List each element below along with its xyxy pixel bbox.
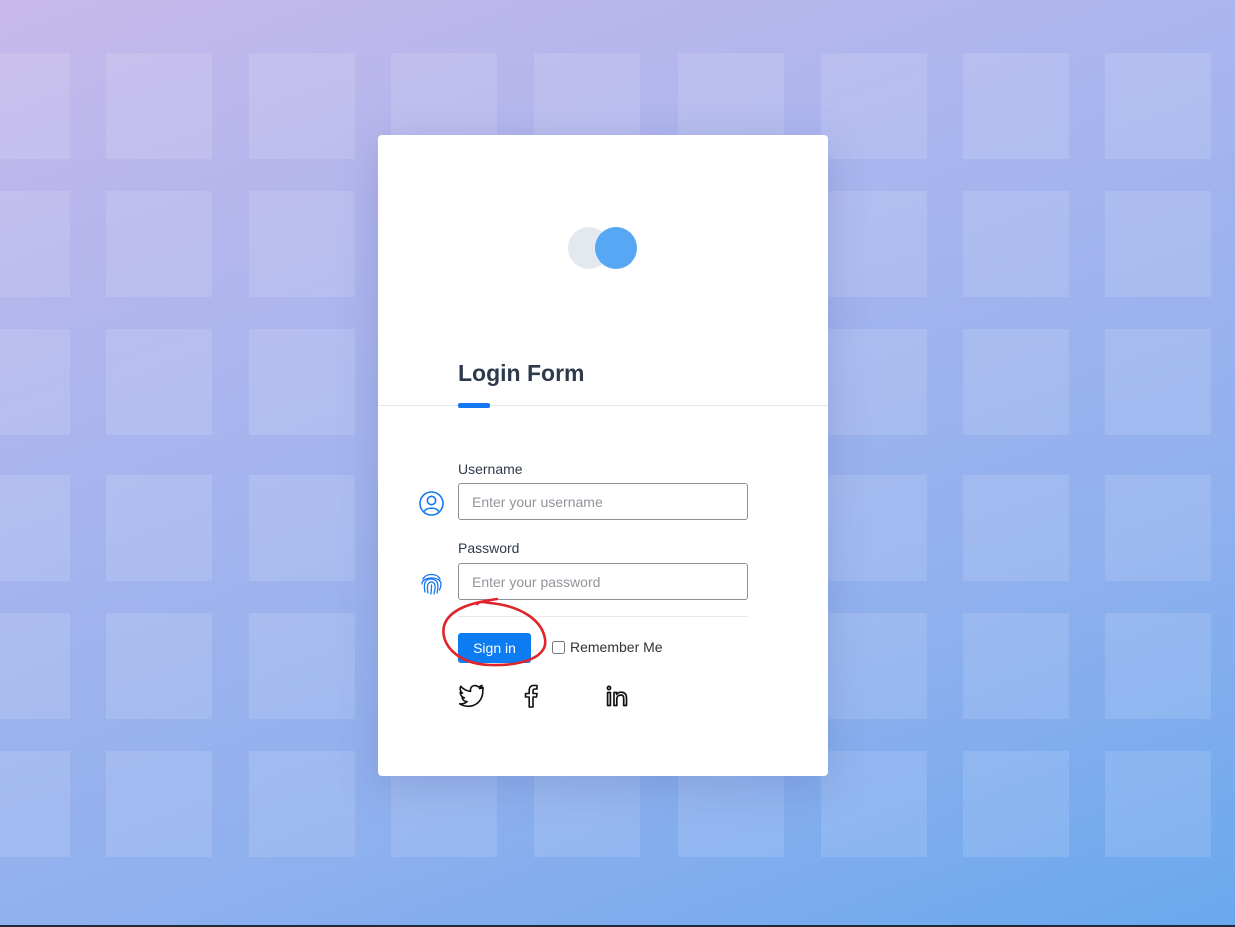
background-tile [0, 475, 70, 581]
username-label: Username [458, 461, 523, 477]
background-tile [963, 751, 1069, 857]
background-tile [1105, 613, 1211, 719]
background-tile [249, 613, 355, 719]
username-input[interactable] [458, 483, 748, 520]
background-tile [821, 475, 927, 581]
background-tile [963, 613, 1069, 719]
background-tile [106, 751, 212, 857]
background-tile [0, 53, 70, 159]
title-underline [458, 403, 490, 408]
background-tile [963, 329, 1069, 435]
background-tile [249, 53, 355, 159]
linkedin-icon [606, 685, 630, 712]
background-tile [1105, 53, 1211, 159]
logo-circle-front [595, 227, 637, 269]
background-tile [963, 53, 1069, 159]
background-tile [106, 53, 212, 159]
login-card: Login Form Username Password Sign in Rem… [378, 135, 828, 776]
background-tile [821, 751, 927, 857]
background-tile [1105, 191, 1211, 297]
background-tile [249, 475, 355, 581]
background-tile [821, 329, 927, 435]
linkedin-link[interactable] [604, 684, 632, 712]
password-input[interactable] [458, 563, 748, 600]
background-tile [821, 53, 927, 159]
background-tile [106, 475, 212, 581]
header-divider [378, 405, 828, 406]
background-tile [0, 613, 70, 719]
form-separator [458, 616, 748, 617]
facebook-icon [523, 684, 539, 713]
twitter-link[interactable] [458, 684, 486, 712]
twitter-icon [458, 684, 485, 713]
background-tile [1105, 475, 1211, 581]
background-tile [963, 191, 1069, 297]
background-tile [0, 191, 70, 297]
facebook-link[interactable] [517, 684, 545, 712]
form-title: Login Form [458, 360, 585, 386]
background-tile [821, 613, 927, 719]
background-tile [0, 751, 70, 857]
background-tile [249, 329, 355, 435]
remember-me-checkbox[interactable] [552, 640, 565, 654]
remember-me[interactable]: Remember Me [552, 639, 663, 655]
sign-in-button[interactable]: Sign in [458, 633, 531, 663]
background-tile [106, 613, 212, 719]
background-tile [1105, 329, 1211, 435]
user-circle-icon [418, 490, 445, 517]
background-tile [1105, 751, 1211, 857]
background-tile [106, 329, 212, 435]
background-tile [249, 751, 355, 857]
logo [568, 227, 638, 269]
password-label: Password [458, 540, 520, 556]
background-tile [0, 329, 70, 435]
remember-me-label: Remember Me [570, 639, 663, 655]
background-tile [106, 191, 212, 297]
fingerprint-icon [418, 570, 445, 597]
background-tile [249, 191, 355, 297]
background-tile [821, 191, 927, 297]
background-tile [963, 475, 1069, 581]
